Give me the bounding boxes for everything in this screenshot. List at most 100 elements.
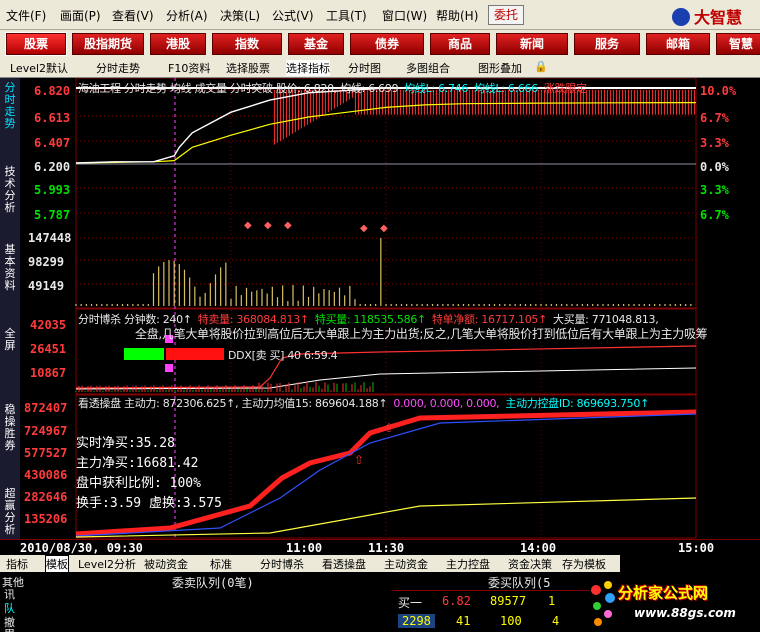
lock-icon[interactable]: 🔒 bbox=[534, 60, 548, 73]
menu-item-1[interactable]: 画面(P) bbox=[60, 7, 101, 24]
volume-tick: 49149 bbox=[28, 279, 65, 293]
stat-line: 主力净买:16681.42 bbox=[76, 456, 199, 471]
subtab-4[interactable]: 选择指标 bbox=[286, 60, 330, 76]
chart-area: ◆ ◆ ◆ ◆ ◆ ⇧ ⇧ 海油工程 分时走势 均线 成交量 分时突破 股价: 6.820,… bbox=[20, 78, 760, 556]
brand-name: 大智慧 bbox=[694, 8, 743, 27]
indicator-tab-4[interactable]: 标准 bbox=[210, 556, 232, 572]
main-force-tick: 430086 bbox=[24, 468, 68, 482]
indicator-tab-10[interactable]: 存为模板 bbox=[562, 556, 606, 572]
subtab-3[interactable]: 选择股票 bbox=[226, 60, 270, 76]
stat-line: 实时净买:35.28 bbox=[76, 436, 175, 451]
pct-tick: 3.3% bbox=[700, 136, 729, 150]
sidebar-tab-4[interactable]: 稳操胜券 bbox=[2, 404, 18, 452]
header-segment: 涨跌限定 bbox=[543, 82, 587, 95]
order-button[interactable]: 委托 bbox=[488, 5, 524, 25]
time-axis: 2010/08/30, 09:30 11:00 11:30 14:00 15:00 bbox=[0, 539, 760, 555]
left-sidebar: 分时走势技术分析基本资料全屏稳操胜券超赢分析 bbox=[0, 78, 20, 556]
main-force-tick: 282646 bbox=[24, 490, 68, 504]
menu-item-2[interactable]: 查看(V) bbox=[112, 7, 154, 24]
sidebar-tab-0[interactable]: 分时走势 bbox=[2, 82, 18, 130]
nav-button-4[interactable]: 基金 bbox=[288, 33, 344, 55]
indicator-tab-2[interactable]: Level2分析 bbox=[78, 556, 136, 572]
indicator-tab-3[interactable]: 被动资金 bbox=[144, 556, 188, 572]
subtab-5[interactable]: 分时图 bbox=[348, 60, 381, 76]
subtab-0[interactable]: Level2默认 bbox=[10, 60, 68, 76]
queue-side-tab-4[interactable]: 累 bbox=[4, 626, 15, 632]
indicator-tab-6[interactable]: 看透操盘 bbox=[322, 556, 366, 572]
chart-subtabs: Level2默认 分时走势 F10资料 选择股票 选择指标 分时图 多图组合 图形叠加 🔒 bbox=[0, 58, 760, 78]
pct-tick: 3.3% bbox=[700, 183, 729, 197]
menu-item-0[interactable]: 文件(F) bbox=[6, 7, 46, 24]
nav-button-10[interactable]: 智慧 bbox=[716, 33, 760, 55]
ddx-tick: 42035 bbox=[30, 318, 67, 332]
time-label: 11:30 bbox=[368, 541, 405, 555]
nav-button-7[interactable]: 新闻 bbox=[496, 33, 568, 55]
header-segment: 均线L: 6.666 bbox=[474, 82, 538, 95]
indicator-tab-0[interactable]: 指标 bbox=[6, 556, 28, 572]
main-force-header: 看透操盘 主动力: 872306.625↑, 主动力均值15: 869604.1… bbox=[78, 395, 655, 411]
menu-item-8[interactable]: 帮助(H) bbox=[436, 7, 478, 24]
detail-n2: 41 bbox=[456, 614, 471, 628]
nav-button-2[interactable]: 港股 bbox=[150, 33, 206, 55]
main-force-tick: 577527 bbox=[24, 446, 68, 460]
indicator-tab-7[interactable]: 主动资金 bbox=[384, 556, 428, 572]
up-arrow-icon: ⇧ bbox=[384, 421, 394, 435]
menu-item-6[interactable]: 工具(T) bbox=[326, 7, 367, 24]
price-tick: 6.613 bbox=[34, 111, 71, 125]
volume-marker: ◆ bbox=[264, 220, 272, 231]
volume-tick: 147448 bbox=[28, 231, 72, 245]
sidebar-tab-5[interactable]: 超赢分析 bbox=[2, 488, 18, 536]
average-price-line bbox=[75, 102, 697, 164]
indicator-tab-8[interactable]: 主力控盘 bbox=[446, 556, 490, 572]
indicator-tab-9[interactable]: 资金决策 bbox=[508, 556, 552, 572]
date-label: 2010/08/30, 09:30 bbox=[20, 541, 143, 555]
ddx-sell-bar bbox=[166, 348, 224, 360]
menu-item-5[interactable]: 公式(V) bbox=[272, 7, 314, 24]
price-tick: 5.993 bbox=[34, 183, 71, 197]
nav-button-9[interactable]: 邮箱 bbox=[646, 33, 710, 55]
indicator-tab-5[interactable]: 分时博杀 bbox=[260, 556, 304, 572]
detail-n1: 2298 bbox=[398, 614, 435, 628]
sidebar-tab-2[interactable]: 基本资料 bbox=[2, 244, 18, 292]
price-tick: 6.407 bbox=[34, 136, 71, 150]
pct-tick: 10.0% bbox=[700, 84, 737, 98]
header-segment: 海油工程 分时走势 均线 成交量 分时突破 股价: 6.820, 均线: 6.6… bbox=[78, 82, 399, 95]
menu-item-4[interactable]: 决策(L) bbox=[220, 7, 260, 24]
nav-button-6[interactable]: 商品 bbox=[430, 33, 490, 55]
nav-button-3[interactable]: 指数 bbox=[212, 33, 282, 55]
nav-button-5[interactable]: 债券 bbox=[350, 33, 424, 55]
header-segment: 看透操盘 主动力: 872306.625↑, 主动力均值15: 869604.1… bbox=[78, 397, 388, 410]
bid1-label: 买一 bbox=[398, 596, 423, 610]
subtab-1[interactable]: 分时走势 bbox=[96, 60, 140, 76]
pct-tick: 6.7% bbox=[700, 208, 729, 222]
ddx-marker bbox=[165, 364, 173, 372]
volume-marker: ◆ bbox=[284, 220, 292, 231]
watermark-dots-icon bbox=[591, 581, 615, 626]
sidebar-tab-3[interactable]: 全屏 bbox=[2, 328, 18, 352]
subtab-6[interactable]: 多图组合 bbox=[406, 60, 450, 76]
price-line bbox=[75, 87, 696, 164]
stat-line: 盘中获利比例: 100% bbox=[76, 476, 201, 491]
menu-item-7[interactable]: 窗口(W) bbox=[382, 7, 427, 24]
nav-button-0[interactable]: 股票 bbox=[5, 32, 67, 56]
header-segment: 均线L: 6.746 bbox=[404, 82, 469, 95]
bid1-price: 6.82 bbox=[442, 594, 471, 608]
nav-button-8[interactable]: 服务 bbox=[574, 33, 640, 55]
subtab-7[interactable]: 图形叠加 bbox=[478, 60, 522, 76]
stat-line: 换手:3.59 虚换:3.575 bbox=[76, 496, 222, 511]
header-segment: 0.000, 0.000, 0.000, bbox=[393, 397, 500, 410]
indicator-tabs: 指标 模板 Level2分析 被动资金 标准 分时博杀 看透操盘 主动资金 主力控盘 资金决策 存为… bbox=[0, 555, 620, 573]
subtab-2[interactable]: F10资料 bbox=[168, 60, 210, 76]
bid1-volume: 89577 bbox=[490, 594, 527, 608]
indicator-tab-1[interactable]: 模板 bbox=[45, 555, 69, 573]
sell-queue-title: 委卖队列(0笔) bbox=[172, 576, 254, 590]
sidebar-tab-1[interactable]: 技术分析 bbox=[2, 166, 18, 214]
time-label: 14:00 bbox=[520, 541, 557, 555]
ddx-buy-bar bbox=[124, 348, 164, 360]
detail-n4: 4 bbox=[552, 614, 560, 628]
menu-item-3[interactable]: 分析(A) bbox=[166, 7, 208, 24]
detail-n3: 100 bbox=[500, 614, 522, 628]
market-nav: 股票 股指期货 港股 指数 基金 债券 商品 新闻 服务 邮箱 智慧 bbox=[0, 30, 760, 58]
price-panel-header: 海油工程 分时走势 均线 成交量 分时突破 股价: 6.820, 均线: 6.6… bbox=[78, 80, 593, 96]
nav-button-1[interactable]: 股指期货 bbox=[72, 33, 144, 55]
